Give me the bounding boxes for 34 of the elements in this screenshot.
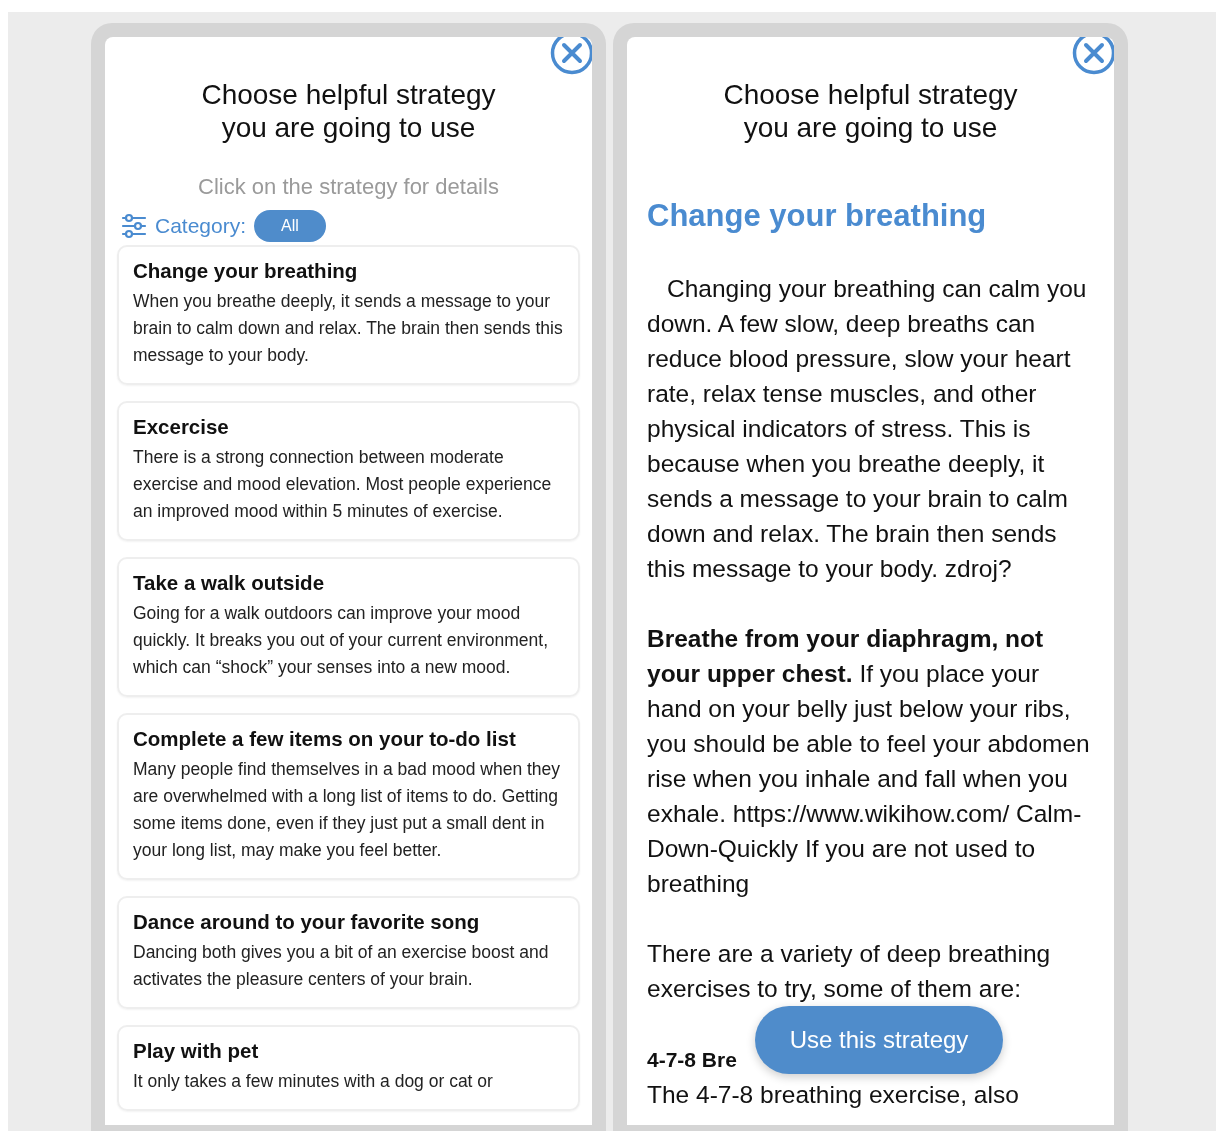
strategy-description: Dancing both gives you a bit of an exercise boost and activates the pleasure centers of your brain. <box>133 941 550 991</box>
hint-text: Click on the strategy for details <box>197 174 500 200</box>
strategy-title: Complete a few items on your to-do list <box>133 727 517 751</box>
strategy-title: Play with pet <box>133 1039 260 1063</box>
strategy-card[interactable]: Dance around to your favorite song Dancing both gives you a bit of an exercise boost and activates the pleasure centers of your brain. <box>117 896 580 1009</box>
paragraph: Breathe from your diaphragm, not your upper chest. If you place your hand on your belly just below your ribs, you should be able to feel your abdomen rise when you inhale and fall when you exhale. https://www.wikihow.com/ Calm-Down-Quickly If you are not used to breathing <box>647 624 1091 899</box>
strategy-title: Take a walk outside <box>133 571 326 595</box>
strategy-heading: Change your breathing <box>647 198 988 234</box>
paragraph: The 4-7-8 breathing exercise, also <box>647 1080 1020 1110</box>
close-icon[interactable] <box>550 37 592 75</box>
strategy-card[interactable]: Change your breathing When you breathe deeply, it sends a message to your brain to calm down and relax. The brain then sends this message to your body. <box>117 245 580 385</box>
category-chip[interactable]: All <box>254 210 326 242</box>
use-strategy-button[interactable]: Use this strategy <box>755 1006 1003 1074</box>
filter-icon[interactable] <box>121 213 147 239</box>
paragraph: There are a variety of deep breathing exercises to try, some of them are: <box>647 939 1052 1004</box>
close-icon[interactable] <box>1072 37 1114 75</box>
strategy-title: Dance around to your favorite song <box>133 910 481 934</box>
panel-title: you are going to use <box>220 111 477 144</box>
strategy-title: Excercise <box>133 415 230 439</box>
strategy-description: There is a strong connection between moderate exercise and mood elevation. Most people experience an improved mood within 5 minutes of exercise. <box>133 446 553 523</box>
strategy-card[interactable]: Play with pet It only takes a few minutes with a dog or cat or <box>117 1025 580 1111</box>
category-label: Category: <box>155 214 247 238</box>
strategy-description: It only takes a few minutes with a dog or cat or <box>133 1070 494 1093</box>
strategy-title: Change your breathing <box>133 259 359 283</box>
panel-title: Choose helpful strategy <box>722 78 1019 111</box>
strategy-description: Many people find themselves in a bad mood when they are overwhelmed with a long list of items to do. Getting some items done, even if they just put a small dent in your long list, may make you feel better. <box>133 758 562 862</box>
paragraph: Changing your breathing can calm you down. A few slow, deep breaths can reduce blood pressure, slow your heart rate, relax tense muscles, and other physical indicators of stress. This is because when you breathe deeply, it sends a message to your brain to calm down and relax. The brain then sends this message to your body. zdroj? <box>647 274 1088 584</box>
strategy-card[interactable]: Excercise There is a strong connection between moderate exercise and mood elevation. Most people experience an improved mood within 5 minutes of exercise. <box>117 401 580 541</box>
strategy-card[interactable]: Take a walk outside Going for a walk outdoors can improve your mood quickly. It breaks you out of your current environment, which can “shock” your senses into a new mood. <box>117 557 580 697</box>
panel-title: you are going to use <box>742 111 999 144</box>
panel-title: Choose helpful strategy <box>200 78 497 111</box>
exercise-heading: 4-7-8 Bre <box>647 1047 737 1073</box>
strategy-description: When you breathe deeply, it sends a message to your brain to calm down and relax. The brain then sends this message to your body. <box>133 290 564 367</box>
strategy-description: Going for a walk outdoors can improve your mood quickly. It breaks you out of your current environment, which can “shock” your senses into a new mood. <box>133 602 549 679</box>
